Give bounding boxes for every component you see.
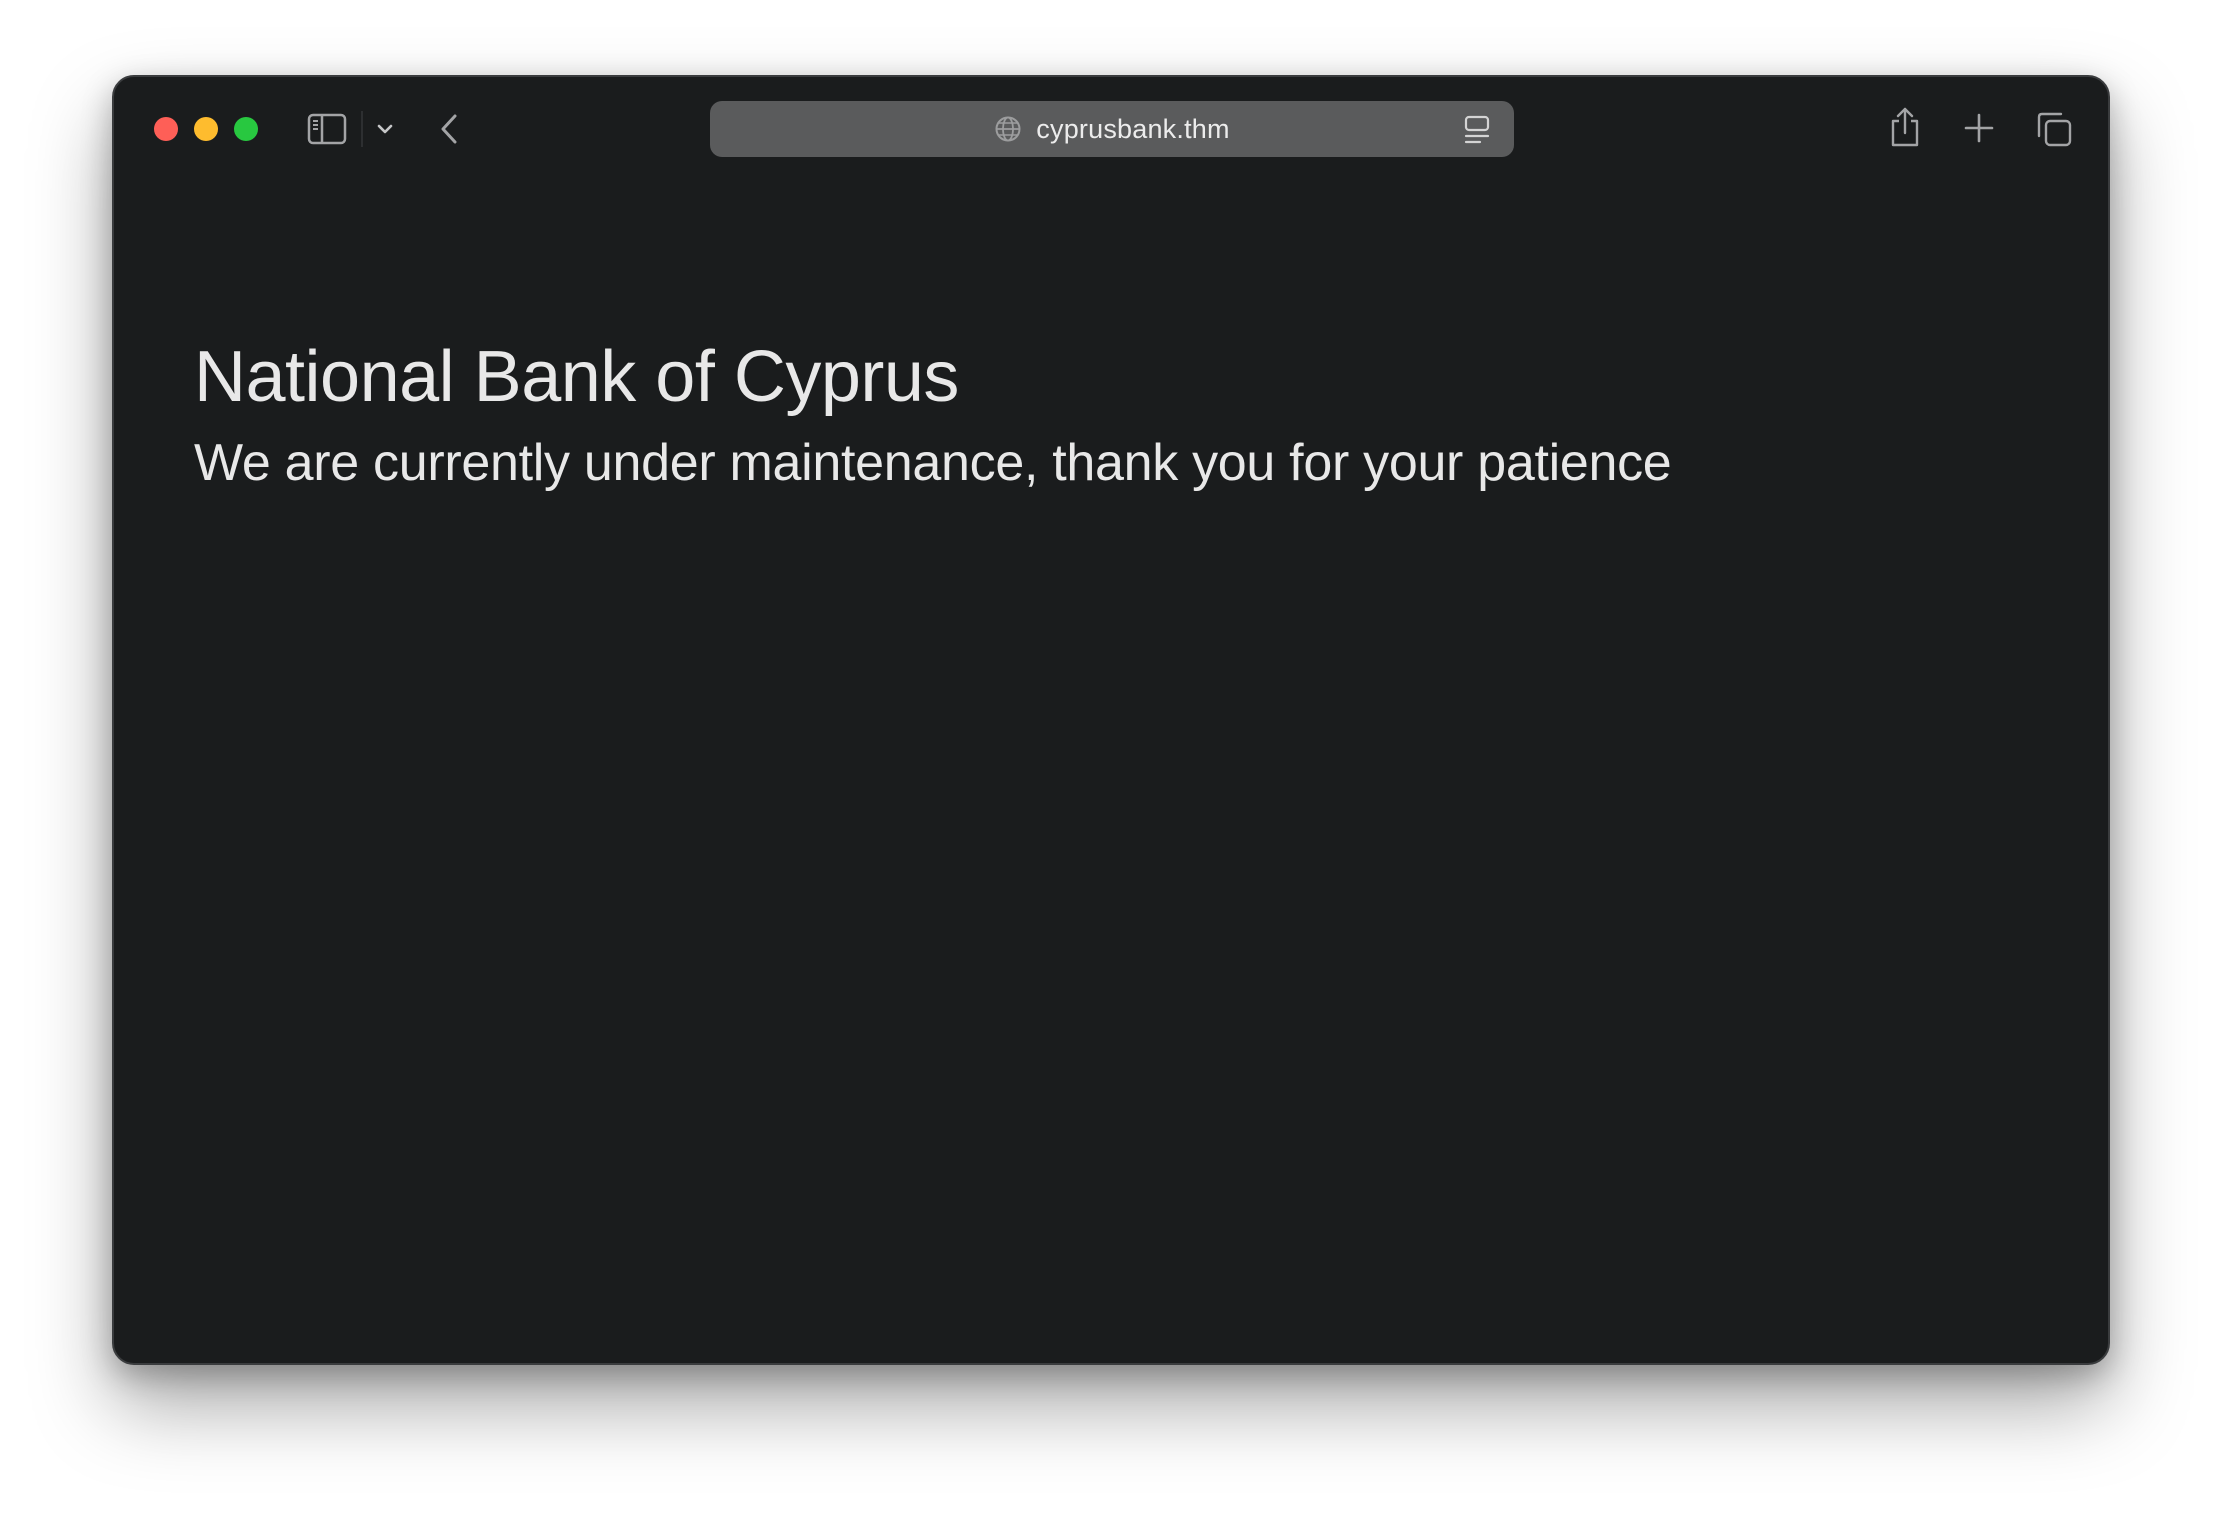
sidebar-icon bbox=[307, 113, 347, 145]
sidebar-toggle-button[interactable] bbox=[306, 111, 348, 147]
back-arrow-icon bbox=[441, 114, 457, 144]
page-title: National Bank of Cyprus bbox=[194, 337, 959, 417]
toolbar-divider bbox=[361, 111, 363, 147]
close-window-button[interactable] bbox=[154, 117, 178, 141]
reader-mode-icon bbox=[1464, 115, 1490, 144]
address-bar-content: cyprusbank.thm bbox=[710, 101, 1514, 157]
maximize-window-button[interactable] bbox=[234, 117, 258, 141]
tab-overview-icon bbox=[2037, 112, 2072, 147]
url-text: cyprusbank.thm bbox=[1036, 113, 1230, 144]
address-bar[interactable]: cyprusbank.thm bbox=[710, 101, 1514, 157]
minimize-window-button[interactable] bbox=[194, 117, 218, 141]
browser-toolbar: cyprusbank.thm bbox=[114, 77, 2108, 181]
page-content: National Bank of Cyprus We are currently… bbox=[114, 181, 2108, 1363]
back-button[interactable] bbox=[434, 111, 464, 147]
reader-mode-button[interactable] bbox=[1462, 114, 1492, 146]
maintenance-message: We are currently under maintenance, than… bbox=[194, 434, 1672, 492]
share-icon bbox=[1891, 107, 1919, 147]
tab-overview-button[interactable] bbox=[2034, 109, 2074, 149]
new-tab-button[interactable] bbox=[1962, 111, 1996, 145]
sidebar-menu-button[interactable] bbox=[372, 115, 398, 143]
globe-icon bbox=[995, 116, 1021, 142]
share-button[interactable] bbox=[1888, 105, 1922, 149]
plus-icon bbox=[1964, 113, 1994, 143]
browser-window: cyprusbank.thm National Bank of Cyprus W… bbox=[112, 75, 2110, 1365]
chevron-down-icon bbox=[377, 124, 393, 134]
